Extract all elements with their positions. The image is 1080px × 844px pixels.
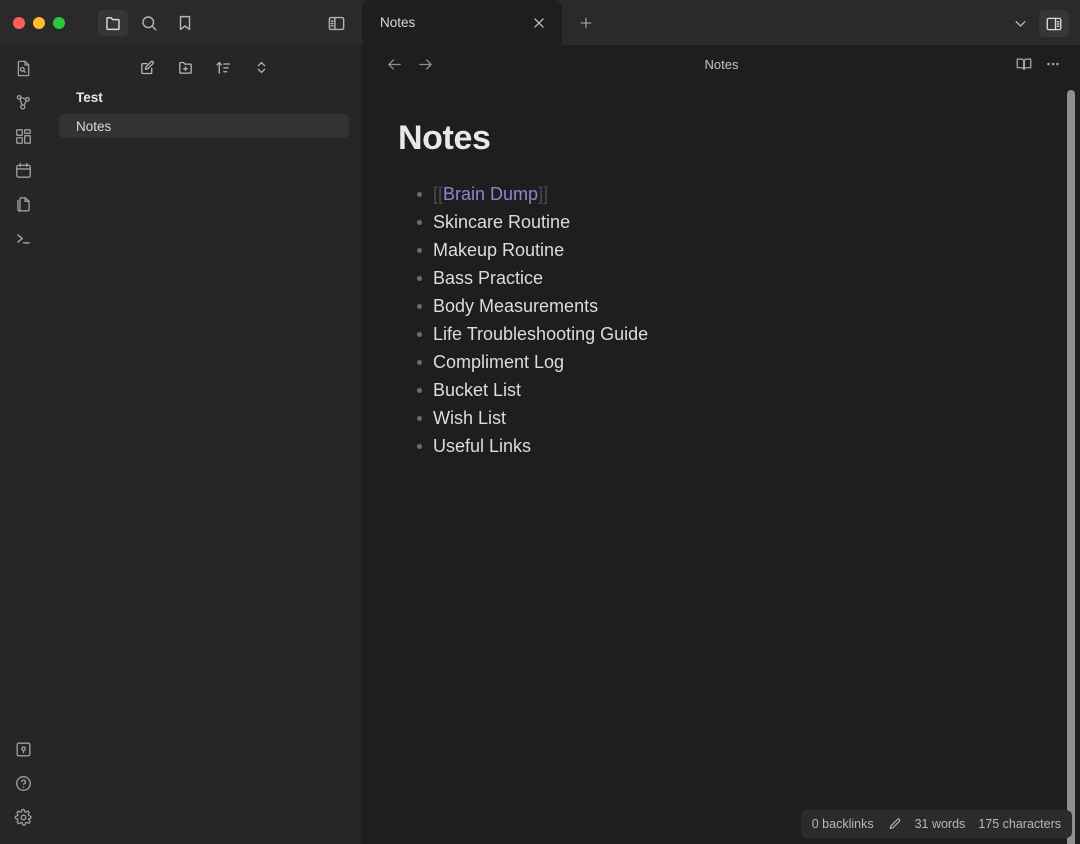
help-icon[interactable] xyxy=(7,766,41,800)
status-backlinks[interactable]: 0 backlinks xyxy=(812,817,874,831)
list-item[interactable]: Compliment Log xyxy=(417,348,1080,376)
page-title: Notes xyxy=(398,119,491,157)
list-item[interactable]: Life Troubleshooting Guide xyxy=(417,320,1080,348)
reading-view-icon[interactable] xyxy=(1011,51,1037,77)
settings-gear-icon[interactable] xyxy=(7,800,41,834)
new-tab-button[interactable] xyxy=(571,8,601,38)
graph-icon[interactable] xyxy=(7,85,41,119)
collapse-expand-icon[interactable] xyxy=(248,54,274,80)
pencil-icon[interactable] xyxy=(887,817,902,832)
file-explorer-pane: Test Notes xyxy=(47,45,362,844)
titlebar-left xyxy=(0,0,362,45)
file-tree-file-notes[interactable]: Notes xyxy=(59,114,349,138)
navigation-arrows xyxy=(381,51,438,77)
status-bar: 0 backlinks 31 words 175 characters xyxy=(800,810,1072,838)
file-tree-label: Notes xyxy=(76,118,112,134)
obsidian-window: Notes Test Notes Notes Notes [[Brain Dum… xyxy=(0,0,1080,844)
titlebar-icon-group xyxy=(98,9,200,36)
internal-link-brain-dump[interactable]: Brain Dump xyxy=(443,184,538,204)
new-note-icon[interactable] xyxy=(134,54,160,80)
list-item[interactable]: Body Measurements xyxy=(417,292,1080,320)
canvas-icon[interactable] xyxy=(7,119,41,153)
tab-bar: Notes xyxy=(362,0,1080,45)
list-item[interactable]: [[Brain Dump]] xyxy=(417,180,1080,208)
left-ribbon xyxy=(0,45,47,844)
sort-icon[interactable] xyxy=(210,54,236,80)
file-search-icon[interactable] xyxy=(7,51,41,85)
minimize-window-button[interactable] xyxy=(33,16,45,29)
copy-files-icon[interactable] xyxy=(7,187,41,221)
vault-icon[interactable] xyxy=(7,732,41,766)
list-item[interactable]: Bucket List xyxy=(417,376,1080,404)
file-tree-label: Test xyxy=(76,89,103,105)
window-controls xyxy=(13,16,65,29)
view-header-title: Notes xyxy=(704,56,739,72)
terminal-icon[interactable] xyxy=(7,221,41,255)
chevron-down-icon[interactable] xyxy=(1005,10,1035,37)
search-icon[interactable] xyxy=(134,10,164,36)
file-tree-folder-test[interactable]: Test xyxy=(59,85,349,109)
toggle-left-sidebar-icon[interactable] xyxy=(321,10,351,36)
list-item[interactable]: Useful Links xyxy=(417,432,1080,460)
close-window-button[interactable] xyxy=(13,16,25,29)
calendar-icon[interactable] xyxy=(7,153,41,187)
note-bullet-list: [[Brain Dump]] Skincare Routine Makeup R… xyxy=(398,180,1080,460)
link-close-bracket: ]] xyxy=(538,184,549,204)
tab-label: Notes xyxy=(380,15,416,30)
list-item[interactable]: Bass Practice xyxy=(417,264,1080,292)
list-item[interactable]: Wish List xyxy=(417,404,1080,432)
list-item[interactable]: Skincare Routine xyxy=(417,208,1080,236)
tabbar-actions xyxy=(1005,10,1069,37)
more-options-icon[interactable] xyxy=(1040,51,1066,77)
new-folder-icon[interactable] xyxy=(172,54,198,80)
bookmark-icon[interactable] xyxy=(170,10,200,36)
note-content[interactable]: Notes [[Brain Dump]] Skincare Routine Ma… xyxy=(363,83,1080,460)
forward-arrow-icon[interactable] xyxy=(412,51,438,77)
tab-notes[interactable]: Notes xyxy=(362,0,562,45)
view-header: Notes xyxy=(363,45,1080,83)
folder-icon[interactable] xyxy=(98,9,128,36)
ribbon-bottom-group xyxy=(7,732,41,844)
toggle-right-sidebar-icon[interactable] xyxy=(1039,10,1069,37)
list-item[interactable]: Makeup Routine xyxy=(417,236,1080,264)
editor-pane: Notes Notes [[Brain Dump]] Skincare Rout… xyxy=(363,45,1080,844)
file-tree: Test Notes xyxy=(47,85,361,138)
maximize-window-button[interactable] xyxy=(53,16,65,29)
view-header-actions xyxy=(1011,51,1066,77)
editor-scrollbar[interactable] xyxy=(1067,90,1075,844)
status-character-count[interactable]: 175 characters xyxy=(978,817,1061,831)
status-word-count[interactable]: 31 words xyxy=(915,817,966,831)
link-open-bracket: [[ xyxy=(433,184,444,204)
file-explorer-header xyxy=(47,45,361,85)
back-arrow-icon[interactable] xyxy=(381,51,407,77)
close-icon[interactable] xyxy=(528,12,550,34)
